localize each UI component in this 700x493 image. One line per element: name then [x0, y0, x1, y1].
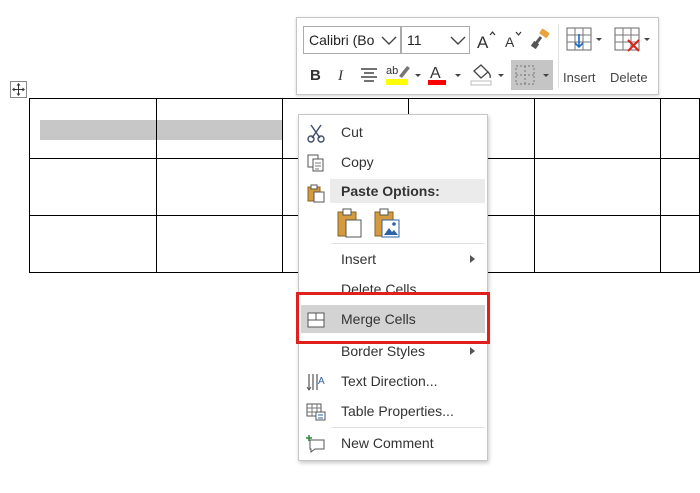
menu-item-label: Text Direction...	[341, 373, 438, 389]
menu-item-text-direction[interactable]: A Text Direction...	[299, 367, 487, 395]
keep-source-formatting-icon	[337, 208, 362, 238]
new-comment-icon	[306, 435, 325, 453]
submenu-arrow-icon	[470, 347, 475, 355]
table-cell[interactable]	[659, 215, 700, 273]
shrink-font-button[interactable]: A	[502, 28, 524, 52]
menu-separator	[331, 427, 485, 428]
italic-button[interactable]: I	[331, 62, 353, 86]
font-color-button[interactable]: A	[425, 62, 465, 88]
table-cell[interactable]	[155, 98, 283, 159]
svg-text:A: A	[318, 376, 325, 387]
format-painter-button[interactable]	[529, 27, 553, 51]
table-cell[interactable]	[533, 215, 661, 273]
move-arrows-icon	[12, 83, 25, 96]
font-name-combo[interactable]: Calibri (Bo	[303, 26, 401, 54]
bold-icon: B	[310, 67, 321, 83]
text-highlight-button[interactable]: ab	[385, 62, 423, 88]
text-direction-icon: A	[306, 374, 325, 391]
format-painter-icon	[530, 28, 550, 50]
menu-item-new-comment[interactable]: New Comment	[299, 429, 487, 457]
toolbar-divider	[558, 24, 559, 88]
table-cell[interactable]	[533, 98, 661, 159]
menu-item-table-properties[interactable]: Table Properties...	[299, 397, 487, 425]
table-cell[interactable]	[29, 215, 157, 273]
svg-text:B: B	[310, 67, 321, 83]
paste-icon	[307, 184, 325, 203]
menu-item-label: Insert	[341, 251, 377, 267]
context-menu: Cut Copy Paste Options: Insert Delete Ce…	[298, 114, 488, 461]
menu-item-label: New Comment	[341, 435, 434, 451]
font-color-icon: A	[428, 65, 461, 85]
italic-icon: I	[337, 68, 344, 83]
center-align-button[interactable]	[357, 62, 381, 86]
menu-item-insert[interactable]: Insert	[299, 245, 487, 273]
scissors-icon	[307, 124, 325, 143]
table-cell[interactable]	[155, 158, 283, 216]
svg-text:ab: ab	[386, 65, 398, 77]
paste-options-label: Paste Options:	[341, 183, 440, 199]
paste-picture-button[interactable]	[373, 207, 401, 239]
borders-icon	[515, 65, 549, 85]
shading-button[interactable]	[468, 62, 508, 88]
menu-separator	[331, 243, 485, 244]
highlighter-icon: ab	[386, 65, 421, 85]
table-properties-icon	[306, 403, 326, 421]
table-move-handle[interactable]	[10, 81, 27, 98]
table-cell[interactable]	[659, 98, 700, 159]
insert-label: Insert	[563, 70, 596, 85]
borders-button[interactable]	[511, 60, 553, 90]
menu-item-copy[interactable]: Copy	[299, 148, 487, 176]
mini-toolbar: Calibri (Bo 11 A A Insert Delete B I ab …	[296, 17, 659, 95]
shrink-font-icon: A	[505, 31, 522, 50]
delete-label: Delete	[610, 70, 648, 85]
table-cell[interactable]	[29, 98, 157, 159]
font-name-value: Calibri (Bo	[309, 32, 375, 48]
svg-text:A: A	[430, 65, 441, 82]
svg-text:A: A	[505, 34, 515, 50]
paste-options-header: Paste Options:	[330, 179, 485, 203]
table-cell[interactable]	[533, 158, 661, 216]
menu-item-cut[interactable]: Cut	[299, 118, 487, 146]
bold-button[interactable]: B	[305, 62, 327, 86]
menu-item-label: Border Styles	[341, 343, 426, 359]
merge-cells-callout	[296, 292, 490, 344]
paste-keep-source-button[interactable]	[336, 207, 364, 239]
menu-item-label: Table Properties...	[341, 403, 454, 419]
align-center-icon	[361, 68, 377, 82]
paint-bucket-icon	[470, 64, 504, 86]
chevron-down-icon[interactable]	[381, 33, 397, 47]
font-size-value: 11	[407, 32, 422, 48]
delete-table-icon	[614, 27, 650, 52]
paste-picture-icon	[374, 208, 400, 238]
table-cell[interactable]	[659, 158, 700, 216]
menu-item-label: Cut	[341, 124, 363, 140]
table-cell[interactable]	[29, 158, 157, 216]
copy-icon	[307, 154, 324, 172]
svg-text:I: I	[337, 68, 344, 83]
delete-button[interactable]: Delete	[609, 24, 655, 90]
table-cell[interactable]	[155, 215, 283, 273]
svg-text:A: A	[477, 33, 489, 51]
chevron-down-icon[interactable]	[450, 33, 466, 47]
insert-button[interactable]: Insert	[561, 24, 607, 90]
grow-font-button[interactable]: A	[475, 28, 497, 52]
submenu-arrow-icon	[470, 255, 475, 263]
insert-table-icon	[566, 27, 602, 51]
font-size-combo[interactable]: 11	[401, 26, 470, 54]
grow-font-icon: A	[477, 31, 496, 51]
menu-item-label: Copy	[341, 154, 374, 170]
